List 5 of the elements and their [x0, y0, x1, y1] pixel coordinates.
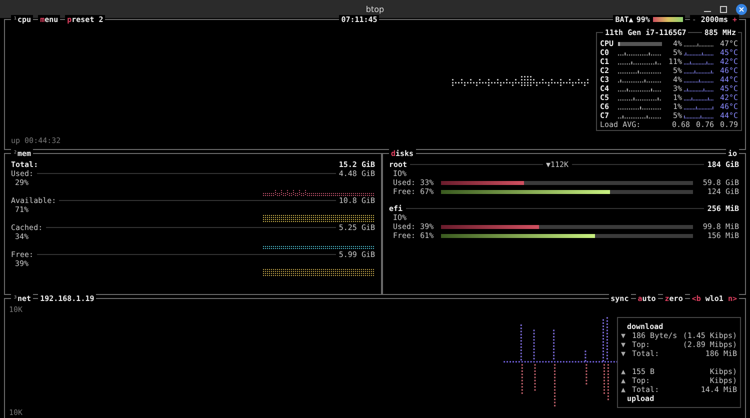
close-icon[interactable] — [736, 4, 747, 14]
cpu-usage-meter — [618, 42, 662, 46]
window-title: btop — [366, 4, 384, 14]
maximize-icon[interactable] — [720, 6, 727, 12]
battery-meter — [652, 17, 683, 22]
